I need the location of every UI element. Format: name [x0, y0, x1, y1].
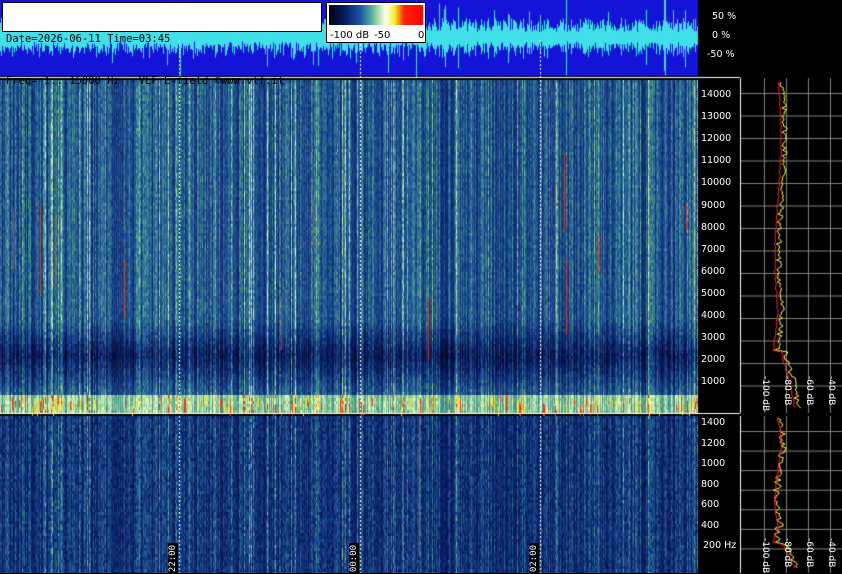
frequency-tick-label: 4000 [701, 310, 726, 321]
color-scale-gradient [329, 5, 423, 25]
amplitude-label-minus-50: -50 % [707, 49, 735, 60]
date-time-label: Date=2026-06-11 Time=03:45 [6, 33, 171, 45]
db-tick-label: -100 dB [760, 376, 770, 412]
frequency-tick-label: 8000 [701, 221, 726, 233]
frequency-tick-label: 5000 [701, 287, 726, 299]
frequency-label: Freq= 1...15000 Hz VLF E-field ©www.vlf.… [6, 75, 285, 87]
frequency-tick-label: 3000 [701, 332, 726, 344]
frequency-tick-label: 11000 [701, 155, 732, 167]
db-tick-label: -80 dB [782, 538, 792, 568]
vlf-spectrogram-viewer: Date=2026-06-11 Time=03:45 Freq= 1...150… [0, 0, 842, 574]
time-marker-label: 00:00 [349, 543, 359, 574]
db-tick-label: -80 dB [782, 376, 792, 406]
frequency-tick-label: 1400 [701, 417, 726, 428]
frequency-tick-label: 600 [701, 499, 720, 510]
time-marker-label: 22:00 [168, 543, 178, 574]
frequency-tick-label: 14000 [701, 89, 732, 100]
frequency-tick-label: 400 [701, 519, 720, 531]
time-marker-label: 02:00 [529, 543, 539, 574]
db-tick-label: -60 dB [804, 376, 814, 406]
frequency-tick-label: 9000 [701, 199, 726, 211]
frequency-tick-label: 10000 [701, 177, 732, 189]
info-box: Date=2026-06-11 Time=03:45 Freq= 1...150… [2, 2, 322, 87]
scale-label-min: -100 dB [330, 30, 370, 41]
amplitude-label-50: 50 % [712, 11, 737, 22]
frequency-tick-label: 1200 [701, 437, 726, 449]
db-tick-label: -60 dB [804, 538, 814, 568]
db-tick-label: -40 dB [826, 538, 836, 568]
scale-label-max: 0 [418, 30, 425, 41]
db-color-scale: -100 dB -50 0 [326, 2, 426, 43]
frequency-tick-label: 13000 [701, 111, 732, 123]
frequency-tick-label: 12000 [701, 133, 732, 145]
db-tick-label: -100 dB [760, 538, 770, 574]
frequency-tick-label: 200 Hz [703, 540, 737, 551]
frequency-tick-label: 2000 [701, 354, 726, 366]
frequency-tick-label: 7000 [701, 243, 726, 255]
scale-label-mid: -50 [374, 30, 391, 41]
frequency-tick-label: 6000 [701, 265, 726, 277]
frequency-tick-label: 1000 [701, 376, 726, 388]
db-tick-label: -40 dB [826, 376, 836, 406]
frequency-tick-label: 1000 [701, 458, 726, 469]
frequency-tick-label: 800 [701, 478, 720, 490]
amplitude-label-0: 0 % [712, 30, 731, 41]
